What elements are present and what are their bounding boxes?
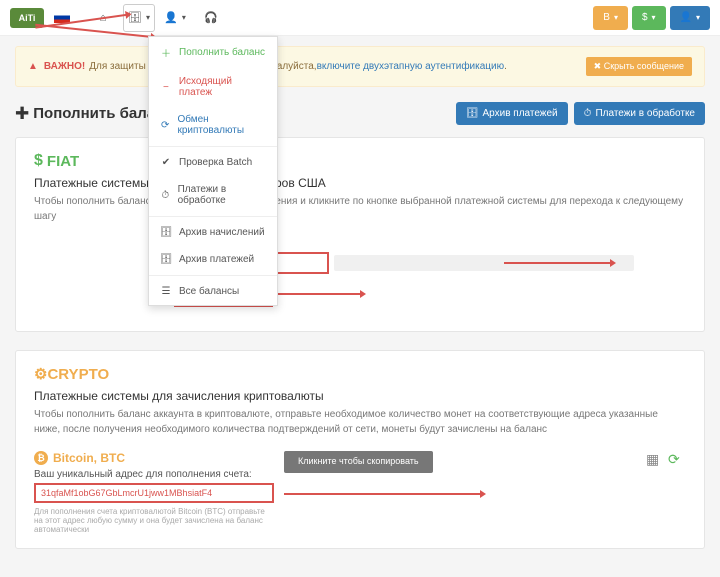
archive-button[interactable]: 🗄Архив платежей	[456, 102, 568, 125]
pill-bitcoin[interactable]: B▾	[593, 6, 628, 30]
fiat-heading: $FIAT	[34, 152, 686, 170]
page-header: ✚ Пополнить баланс 🗄Архив платежей ⏱Плат…	[15, 102, 705, 125]
btc-hint: Для пополнения счета криптовалютой Bitco…	[34, 507, 274, 534]
crypto-desc: Чтобы пополнить баланс аккаунта в крипто…	[34, 407, 686, 437]
dd-exchange[interactable]: ⟳Обмен криптовалюты	[149, 106, 277, 144]
alert-warn: ВАЖНО!	[44, 61, 85, 72]
user-menu-button[interactable]: 👤 ▾	[159, 4, 191, 32]
fiat-subtitle: Платежные системы дл ой валюты - Долларо…	[34, 176, 686, 190]
processing-button[interactable]: ⏱Платежи в обработке	[574, 102, 705, 125]
btc-address-input[interactable]	[34, 483, 274, 503]
archive-icon: 🗄	[466, 108, 479, 119]
dd-topup[interactable]: ＋Пополнить баланс	[149, 37, 277, 68]
annotation-arrow	[504, 262, 614, 264]
security-alert: ▲ ВАЖНО! Для защиты досту ожалуйста, вкл…	[15, 46, 705, 87]
topbar: AiTi ⌂ 🗄 ▾ 👤 ▾ 🎧 B▾ $▾ 👤▾ ＋Пополнить бал…	[0, 0, 720, 36]
fiat-card: $FIAT Платежные системы дл ой валюты - Д…	[15, 137, 705, 332]
plus-icon: ✚	[15, 104, 29, 124]
crypto-subtitle: Платежные системы для зачисления криптов…	[34, 389, 686, 403]
annotation-arrow	[284, 493, 484, 495]
copy-button[interactable]: Кликните чтобы скопировать	[284, 451, 433, 473]
dollar-icon: $	[34, 152, 43, 170]
support-icon[interactable]: 🎧	[195, 4, 227, 32]
crypto-icon: ⚙	[34, 365, 47, 383]
dd-outgoing[interactable]: −Исходящий платеж	[149, 68, 277, 106]
alert-hide-button[interactable]: ✖ Скрыть сообщение	[586, 57, 692, 76]
dd-processing[interactable]: ⏱Платежи в обработке	[149, 176, 277, 214]
crypto-card: ⚙CRYPTO Платежные системы для зачисления…	[15, 350, 705, 549]
reload-icon[interactable]: ⟳	[668, 451, 686, 469]
btc-addr-label: Ваш уникальный адрес для пополнения счет…	[34, 469, 274, 480]
warning-icon: ▲	[28, 61, 38, 72]
alert-2fa-link[interactable]: включите двухэтапную аутентификацию	[317, 61, 505, 72]
wallet-dropdown: ＋Пополнить баланс −Исходящий платеж ⟳Обм…	[148, 36, 278, 306]
dd-batch[interactable]: ✔Проверка Batch	[149, 149, 277, 176]
clock-icon: ⏱	[584, 108, 592, 119]
pill-dollar[interactable]: $▾	[632, 6, 666, 30]
crypto-heading: ⚙CRYPTO	[34, 365, 686, 383]
dd-payments[interactable]: 🗄Архив платежей	[149, 246, 277, 273]
fiat-desc: Чтобы пополнить баланс акк укажите сумму…	[34, 194, 686, 224]
pill-user[interactable]: 👤▾	[670, 6, 710, 30]
dd-balances[interactable]: ☰Все балансы	[149, 278, 277, 305]
qr-icon[interactable]: ▦	[646, 451, 664, 469]
bitcoin-icon: ₿	[34, 451, 48, 465]
btc-heading: ₿Bitcoin, BTC	[34, 451, 274, 465]
dd-accruals[interactable]: 🗄Архив начислений	[149, 219, 277, 246]
annotation-arrow	[274, 293, 364, 295]
